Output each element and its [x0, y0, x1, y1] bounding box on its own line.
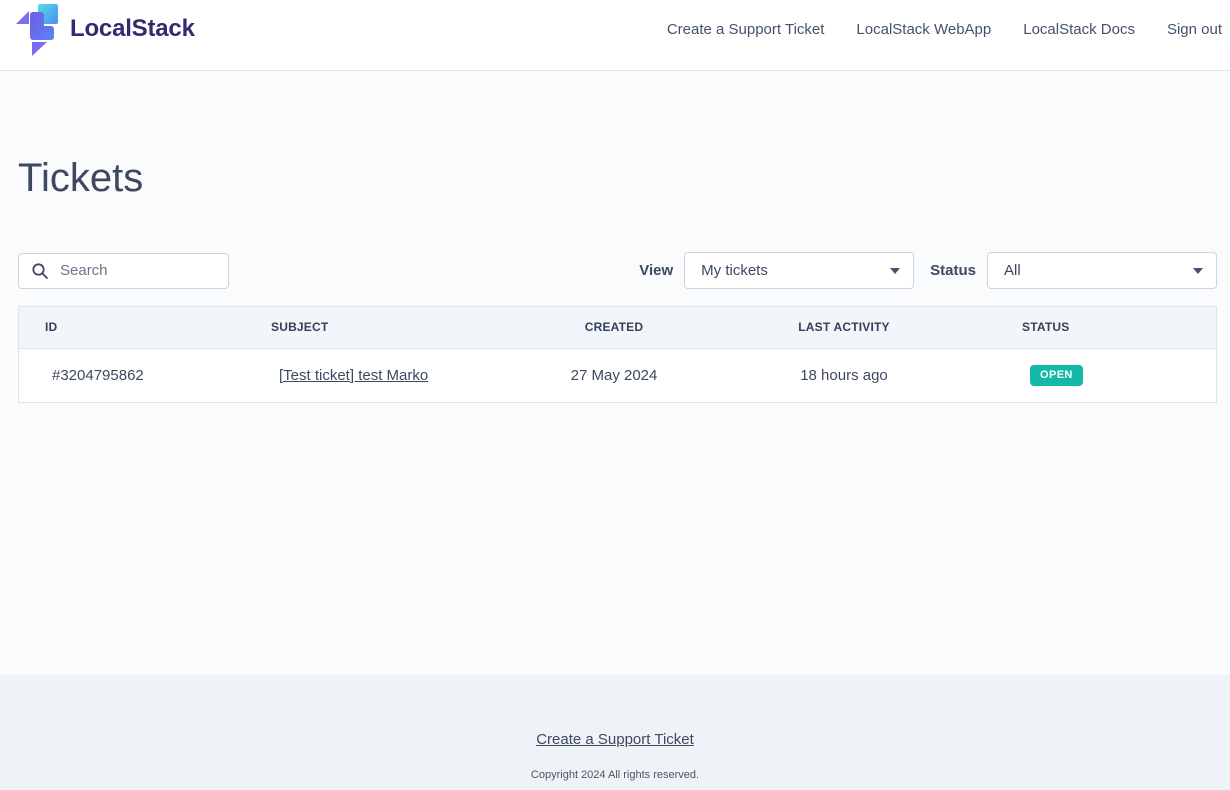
column-header-created: CREATED: [499, 307, 729, 348]
column-header-subject: SUBJECT: [271, 307, 499, 348]
table-header-row: ID SUBJECT CREATED LAST ACTIVITY STATUS: [19, 307, 1216, 348]
status-dropdown-value: All: [1004, 262, 1021, 279]
nav-localstack-webapp[interactable]: LocalStack WebApp: [856, 21, 991, 38]
ticket-subject-cell: [Test ticket] test Marko: [271, 348, 499, 402]
app-footer: Create a Support Ticket Copyright 2024 A…: [0, 675, 1230, 790]
status-dropdown[interactable]: All: [987, 252, 1217, 289]
nav-create-support-ticket[interactable]: Create a Support Ticket: [667, 21, 825, 38]
search-input[interactable]: [58, 261, 218, 280]
search-icon: [31, 262, 49, 280]
table-row: #3204795862 [Test ticket] test Marko 27 …: [19, 348, 1216, 402]
ticket-created-cell: 27 May 2024: [499, 348, 729, 402]
column-header-status: STATUS: [959, 307, 1216, 348]
top-nav: Create a Support Ticket LocalStack WebAp…: [667, 21, 1222, 38]
app-header: LocalStack Create a Support Ticket Local…: [0, 0, 1230, 71]
caret-down-icon: [890, 268, 900, 274]
ticket-last-activity-cell: 18 hours ago: [729, 348, 959, 402]
status-label: Status: [930, 262, 976, 279]
nav-localstack-docs[interactable]: LocalStack Docs: [1023, 21, 1135, 38]
localstack-logo-icon: [16, 2, 60, 56]
ticket-subject-link[interactable]: [Test ticket] test Marko: [279, 367, 428, 384]
page-title: Tickets: [18, 155, 1217, 201]
brand-logo[interactable]: LocalStack: [16, 2, 195, 56]
nav-sign-out[interactable]: Sign out: [1167, 21, 1222, 38]
ticket-id-cell: #3204795862: [19, 348, 271, 402]
copyright-text: Copyright 2024 All rights reserved.: [531, 769, 699, 781]
tickets-table: ID SUBJECT CREATED LAST ACTIVITY STATUS …: [18, 306, 1217, 403]
ticket-status-cell: OPEN: [959, 348, 1216, 402]
view-label: View: [639, 262, 673, 279]
caret-down-icon: [1193, 268, 1203, 274]
search-box[interactable]: [18, 253, 229, 289]
view-dropdown-value: My tickets: [701, 262, 768, 279]
view-dropdown[interactable]: My tickets: [684, 252, 914, 289]
main-content: Tickets View My tickets Status All: [0, 71, 1230, 675]
filters-toolbar: View My tickets Status All: [18, 252, 1217, 289]
status-badge: OPEN: [1030, 365, 1083, 386]
column-header-id: ID: [19, 307, 271, 348]
footer-create-support-ticket-link[interactable]: Create a Support Ticket: [536, 731, 694, 748]
brand-name: LocalStack: [70, 15, 195, 43]
column-header-last-activity: LAST ACTIVITY: [729, 307, 959, 348]
